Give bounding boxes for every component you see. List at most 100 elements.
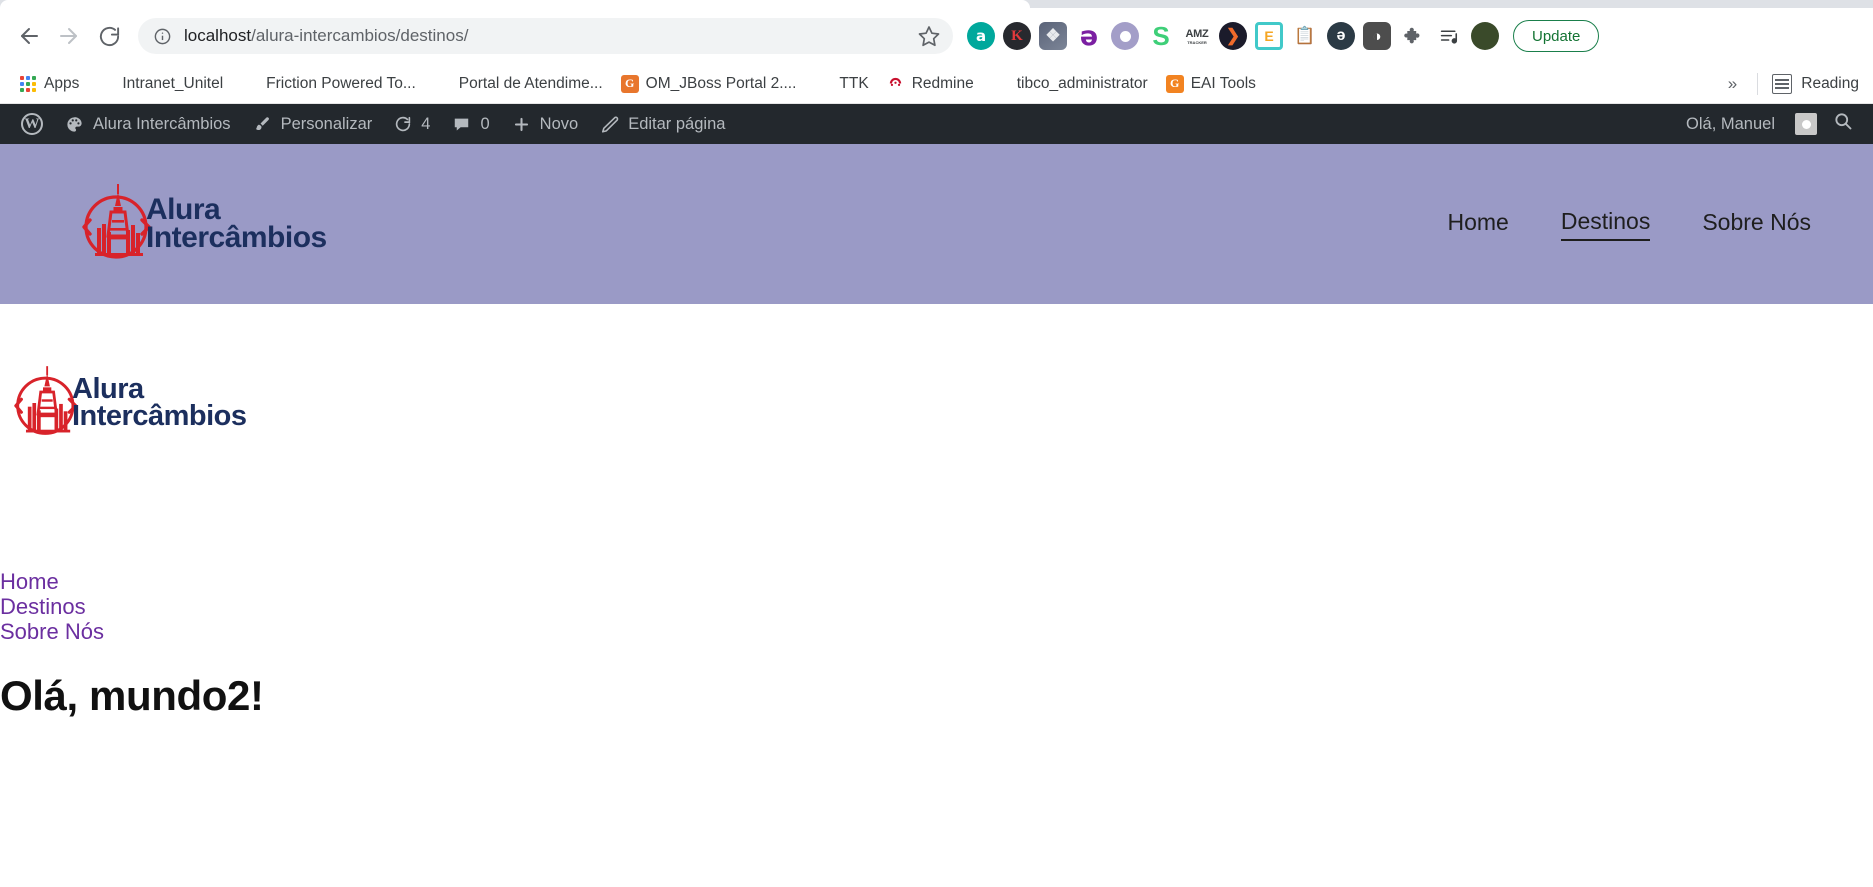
bookmark-redmine[interactable]: Redmine [878, 71, 983, 97]
redmine-icon [887, 75, 905, 93]
amazon-assistant-extension-icon[interactable]: a [967, 22, 995, 50]
logo-line-2: Intercâmbios [146, 221, 327, 254]
bookmark-label: Intranet_Unitel [122, 74, 224, 92]
wp-item-label: Editar página [628, 114, 726, 133]
nav-link-destinos[interactable]: Destinos [1560, 208, 1651, 241]
wp-item-label: 0 [480, 114, 490, 133]
bookmarks-overflow-chevron-icon[interactable]: » [1722, 72, 1743, 96]
globe-icon [992, 75, 1010, 93]
content-logo[interactable]: Alura Intercâmbios [0, 304, 1873, 444]
reading-list-label: Reading [1801, 74, 1859, 92]
reload-button[interactable] [90, 17, 128, 55]
bookmark-apps[interactable]: Apps [10, 71, 88, 97]
update-button[interactable]: Update [1513, 20, 1600, 52]
wordpress-admin-bar: W Alura Intercâmbios Personalizar 4 0 No… [0, 104, 1873, 144]
playlist-icon[interactable] [1435, 22, 1463, 50]
evernote-extension-icon[interactable]: E [1255, 22, 1283, 50]
bookmark-portal-atendimento[interactable]: Portal de Atendime... [425, 71, 612, 97]
forward-button[interactable] [50, 17, 88, 55]
bookmark-tibco-administrator[interactable]: tibco_administrator [983, 71, 1157, 97]
ghostery-extension-icon[interactable]: ə [1327, 22, 1355, 50]
bookmark-star-icon[interactable] [917, 24, 941, 48]
bookmark-eai-tools[interactable]: G EAI Tools [1157, 71, 1265, 97]
content-link-home[interactable]: Home [0, 569, 1873, 594]
url-host: localhost [184, 26, 252, 45]
browser-toolbar: localhost/alura-intercambios/destinos/ a… [0, 8, 1873, 64]
avatar [1795, 113, 1817, 135]
bookmarks-overflow-area: » Reading [1722, 72, 1863, 96]
nav-link-home[interactable]: Home [1447, 209, 1508, 240]
site-information-icon[interactable] [152, 26, 172, 46]
bookmark-label: OM_JBoss Portal 2.... [645, 74, 797, 92]
wp-admin-bar-right: Olá, Manuel [1675, 104, 1863, 144]
purple-dot-extension-icon[interactable] [1111, 22, 1139, 50]
bookmark-label: Redmine [911, 74, 974, 92]
bookmark-label: tibco_administrator [1016, 74, 1148, 92]
bookmark-intranet-unitel[interactable]: Intranet_Unitel [88, 71, 232, 97]
wp-item-label: Personalizar [280, 114, 373, 133]
nav-link-sobre-nos[interactable]: Sobre Nós [1702, 209, 1811, 240]
wp-item-label: Novo [539, 114, 579, 133]
wp-my-account-button[interactable]: Olá, Manuel [1675, 104, 1817, 144]
edit-pencil-icon [600, 115, 619, 134]
extensions-row: a K ❖ ə S AMZ TRACKER ❯ E 📋 ə ◑ [967, 22, 1499, 50]
wordpress-logo-icon: W [21, 113, 43, 135]
bookmark-label: Portal de Atendime... [458, 74, 603, 92]
wp-logo-button[interactable]: W [10, 104, 54, 144]
amz-tracker-extension-icon[interactable]: AMZ TRACKER [1183, 22, 1211, 50]
reading-list-icon [1772, 73, 1793, 94]
tab-strip [0, 0, 1873, 8]
content-nav-list: Home Destinos Sobre Nós [0, 444, 1873, 644]
content-link-destinos[interactable]: Destinos [0, 594, 1873, 619]
profile-avatar[interactable] [1471, 22, 1499, 50]
logo-line-1: Alura [72, 373, 144, 406]
active-tab[interactable] [0, 0, 1030, 8]
wp-customize-button[interactable]: Personalizar [242, 104, 384, 144]
logo-line-1: Alura [146, 193, 221, 227]
eai-tools-icon: G [1165, 74, 1184, 93]
globe-icon [97, 75, 115, 93]
address-bar[interactable]: localhost/alura-intercambios/destinos/ [138, 18, 953, 54]
sellics-extension-icon[interactable]: S [1147, 22, 1175, 50]
site-logo[interactable]: Alura Intercâmbios [82, 180, 327, 268]
wp-item-label: Alura Intercâmbios [93, 114, 231, 133]
url-text[interactable]: localhost/alura-intercambios/destinos/ [184, 26, 917, 46]
amz-sublabel: TRACKER [1187, 39, 1207, 45]
logo-line-2: Intercâmbios [72, 400, 247, 432]
puzzle-extension-icon[interactable]: ❖ [1039, 22, 1067, 50]
apps-grid-icon [19, 75, 37, 93]
yp-extension-icon[interactable]: ❯ [1219, 22, 1247, 50]
globe-icon [814, 75, 832, 93]
back-button[interactable] [10, 17, 48, 55]
wp-greeting: Olá, Manuel [1686, 114, 1775, 133]
page-title: Olá, mundo2! [0, 672, 264, 720]
wp-comments-button[interactable]: 0 [441, 104, 500, 144]
customize-brush-icon [253, 115, 272, 134]
bookmark-label: Apps [44, 74, 80, 92]
divider [1757, 72, 1759, 95]
search-icon[interactable] [1817, 111, 1863, 137]
wp-updates-button[interactable]: 4 [383, 104, 441, 144]
keepa-extension-icon[interactable]: K [1003, 22, 1031, 50]
content-logo-wordmark: Alura Intercâmbios [72, 373, 247, 432]
wp-site-name-button[interactable]: Alura Intercâmbios [54, 104, 242, 144]
egrow-extension-icon[interactable]: ə [1075, 22, 1103, 50]
browser-chrome: localhost/alura-intercambios/destinos/ a… [0, 0, 1873, 104]
screencast-extension-icon[interactable]: ◑ [1363, 22, 1391, 50]
bookmark-ttk[interactable]: TTK [805, 71, 877, 97]
page-content: Alura Intercâmbios Home Destinos Sobre N… [0, 304, 1873, 721]
globe-icon [241, 75, 259, 93]
amz-label: AMZ [1185, 27, 1209, 40]
bookmark-om-jboss-portal[interactable]: G OM_JBoss Portal 2.... [612, 71, 806, 97]
bookmark-friction-powered[interactable]: Friction Powered To... [232, 71, 425, 97]
content-link-sobre-nos[interactable]: Sobre Nós [0, 619, 1873, 644]
site-logo-wordmark: Alura Intercâmbios [146, 193, 327, 254]
bookmark-label: Friction Powered To... [266, 74, 416, 92]
extensions-puzzle-icon[interactable] [1399, 22, 1427, 50]
bookmark-label: EAI Tools [1190, 74, 1256, 92]
wp-edit-page-button[interactable]: Editar página [589, 104, 736, 144]
clipboard-extension-icon[interactable]: 📋 [1291, 22, 1319, 50]
bookmarks-bar: Apps Intranet_Unitel Friction Powered To… [0, 64, 1873, 104]
wp-new-button[interactable]: Novo [501, 104, 590, 144]
reading-list-button[interactable]: Reading [1772, 73, 1859, 94]
